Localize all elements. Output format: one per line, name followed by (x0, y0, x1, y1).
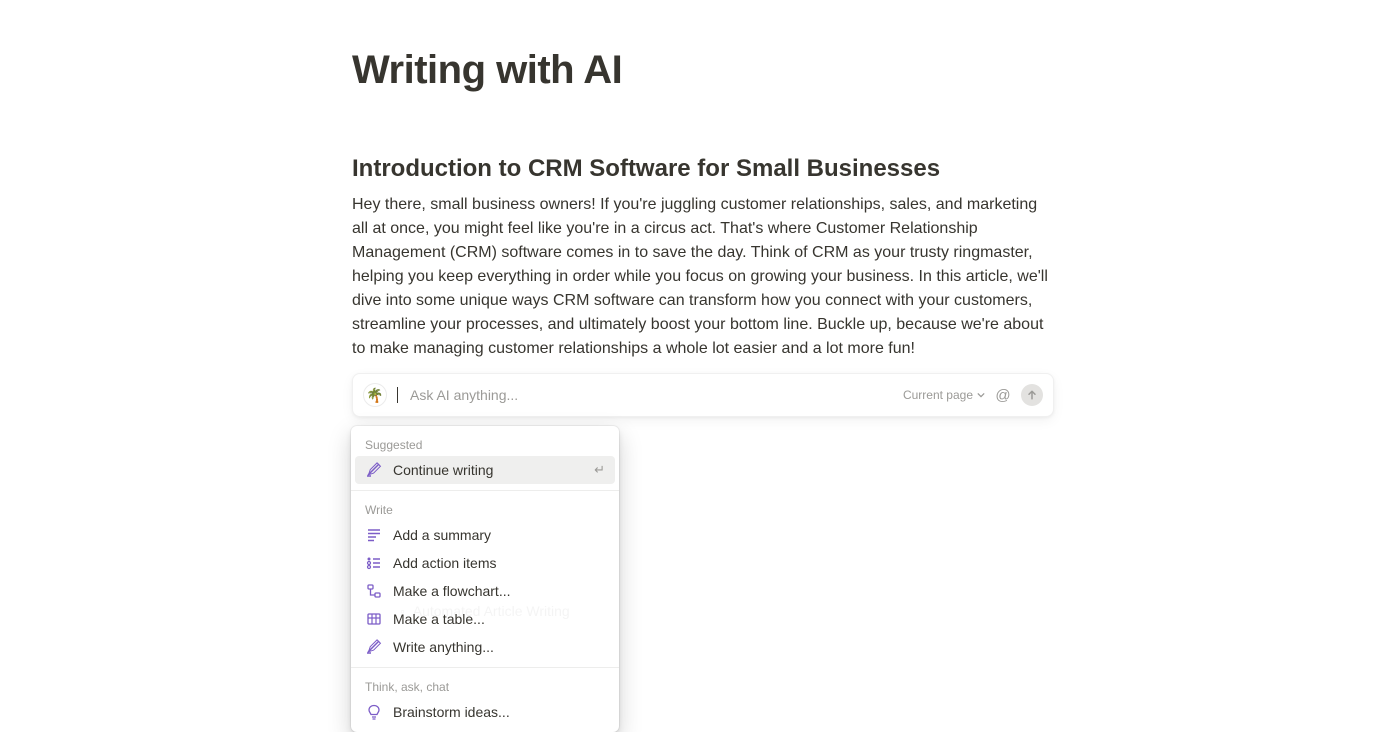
ai-ask-bar[interactable]: 🌴 Current page @ SuggestedContinue writi… (352, 373, 1054, 417)
dropdown-item-add-a-summary[interactable]: Add a summary (355, 521, 615, 549)
scope-label: Current page (903, 388, 973, 402)
enter-key-icon: ↵ (594, 462, 605, 478)
chevron-down-icon (977, 391, 985, 399)
dropdown-section-label: Write (351, 497, 619, 521)
dropdown-section-label: Think, ask, chat (351, 674, 619, 698)
dropdown-item-label: Add action items (393, 555, 605, 571)
lightbulb-icon (365, 703, 383, 721)
dropdown-item-write-anything[interactable]: Write anything... (355, 633, 615, 661)
checklist-icon (365, 554, 383, 572)
dropdown-item-make-a-flowchart[interactable]: Make a flowchart... (355, 577, 615, 605)
dropdown-item-continue-writing[interactable]: Continue writing ↵ (355, 456, 615, 484)
dropdown-section-label: Suggested (351, 432, 619, 456)
page-title: Writing with AI (352, 48, 1054, 93)
dropdown-item-label: Add a summary (393, 527, 605, 543)
dropdown-item-label: Continue writing (393, 462, 584, 478)
mention-button[interactable]: @ (993, 387, 1013, 404)
flowchart-icon (365, 582, 383, 600)
section-heading: Introduction to CRM Software for Small B… (352, 155, 1054, 183)
table-icon (365, 610, 383, 628)
arrow-up-icon (1026, 389, 1038, 401)
ai-avatar-icon: 🌴 (363, 383, 387, 407)
body-paragraph: Hey there, small business owners! If you… (352, 193, 1054, 361)
pencil-icon (365, 638, 383, 656)
dropdown-item-label: Make a flowchart... (393, 583, 605, 599)
dropdown-item-brainstorm-ideas[interactable]: Brainstorm ideas... (355, 698, 615, 726)
dropdown-divider (351, 490, 619, 491)
scope-selector[interactable]: Current page (903, 388, 985, 402)
ai-input[interactable] (410, 387, 893, 403)
send-button[interactable] (1021, 384, 1043, 406)
dropdown-item-label: Write anything... (393, 639, 605, 655)
text-cursor (397, 387, 398, 403)
dropdown-item-label: Brainstorm ideas... (393, 704, 605, 720)
pencil-icon (365, 461, 383, 479)
ai-suggestions-dropdown: Suggested Continue writing ↵ Write Add a sum… (351, 426, 619, 732)
summary-icon (365, 526, 383, 544)
dropdown-item-add-action-items[interactable]: Add action items (355, 549, 615, 577)
dropdown-divider (351, 667, 619, 668)
